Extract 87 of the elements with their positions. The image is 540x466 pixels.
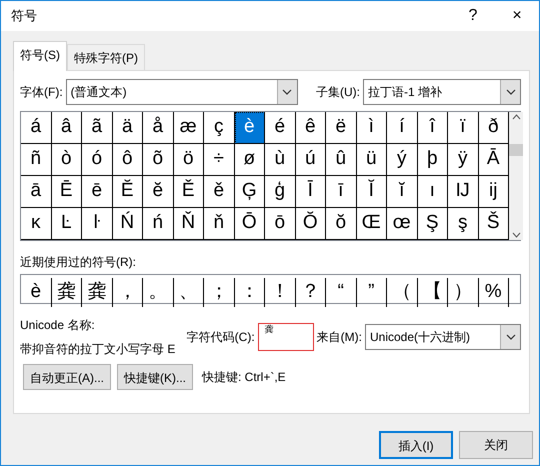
symbol-cell[interactable]: á [21, 112, 52, 144]
symbol-cell[interactable]: Ŀ [52, 208, 82, 240]
scrollbar-thumb[interactable] [509, 144, 523, 156]
symbol-cell[interactable]: þ [418, 144, 448, 176]
tab[interactable]: 特殊字符(P) [67, 44, 145, 71]
font-label: 字体(F): [20, 84, 63, 101]
subset-dropdown[interactable]: 拉丁语-1 增补 [363, 79, 521, 105]
symbol-cell[interactable]: ê [296, 112, 326, 144]
symbol-cell[interactable]: ŏ [326, 208, 356, 240]
symbol-cell[interactable]: Ń [112, 208, 143, 240]
symbol-cell[interactable]: Ŏ [296, 208, 326, 240]
from-label: 来自(M): [316, 329, 362, 346]
symbol-cell[interactable]: ÷ [204, 144, 234, 176]
symbol-cell[interactable]: ĸ [21, 208, 52, 240]
symbol-cell[interactable]: â [52, 112, 82, 144]
symbol-cell[interactable]: ĭ [387, 176, 418, 208]
symbol-cell[interactable]: ù [265, 144, 296, 176]
symbol-cell[interactable]: ä [112, 112, 143, 144]
symbol-cell[interactable]: î [418, 112, 448, 144]
symbol-cell[interactable]: ě [204, 176, 234, 208]
scroll-down-icon[interactable] [512, 232, 520, 238]
symbol-cell[interactable]: Ō [234, 208, 265, 240]
close-dialog-button[interactable]: 关闭 [459, 431, 533, 459]
from-dropdown[interactable]: Unicode(十六进制) [365, 324, 521, 350]
symbol-cell[interactable]: Ě [174, 176, 204, 208]
char-code-field[interactable]: 龚 [258, 323, 314, 351]
symbol-cell[interactable]: ā [21, 176, 52, 208]
symbol-cell[interactable]: ş [448, 208, 478, 240]
symbol-cell[interactable]: å [143, 112, 174, 144]
symbol-cell[interactable]: Ĕ [112, 176, 143, 208]
font-dropdown[interactable]: (普通文本) [66, 79, 298, 105]
symbol-cell[interactable]: ē [82, 176, 112, 208]
symbol-cell[interactable]: ã [82, 112, 112, 144]
symbol-cell[interactable]: ģ [265, 176, 296, 208]
symbol-cell[interactable]: Ň [174, 208, 204, 240]
dropdown-caret-icon [506, 89, 516, 95]
symbol-cell[interactable]: ë [326, 112, 356, 144]
symbol-cell[interactable]: è [234, 112, 265, 144]
symbol-cell[interactable]: Ĳ [448, 176, 478, 208]
symbol-cell[interactable]: Ē [52, 176, 82, 208]
shortcut-text: 快捷键: Ctrl+`,E [202, 369, 286, 386]
symbol-cell[interactable]: õ [143, 144, 174, 176]
symbol-cell[interactable]: û [326, 144, 356, 176]
close-button[interactable]: × [495, 4, 539, 28]
symbol-cell[interactable]: ň [204, 208, 234, 240]
symbol-cell[interactable]: ń [143, 208, 174, 240]
tab[interactable]: 符号(S) [13, 41, 67, 71]
symbol-cell[interactable]: Ī [296, 176, 326, 208]
symbol-cell[interactable]: Œ [356, 208, 387, 240]
symbol-cell[interactable]: ò [52, 144, 82, 176]
symbol-cell[interactable]: Ş [418, 208, 448, 240]
symbol-cell[interactable]: æ [174, 112, 204, 144]
symbol-cell[interactable]: ĕ [143, 176, 174, 208]
symbol-cell[interactable]: Ģ [234, 176, 265, 208]
dialog-button[interactable]: 自动更正(A)... [23, 364, 111, 390]
dialog-button[interactable]: 快捷键(K)... [117, 364, 193, 390]
scroll-up-icon[interactable] [512, 114, 520, 120]
unicode-name-label: Unicode 名称: [20, 317, 96, 334]
symbol-cell[interactable]: ō [265, 208, 296, 240]
symbol-cell[interactable]: ó [82, 144, 112, 176]
symbol-cell[interactable]: ú [296, 144, 326, 176]
window-title: 符号 [11, 7, 38, 26]
insert-button[interactable]: 插入(I) [379, 431, 453, 459]
symbol-cell[interactable]: ÿ [448, 144, 478, 176]
symbol-cell[interactable]: ŀ [82, 208, 112, 240]
symbol-cell[interactable]: ï [448, 112, 478, 144]
recent-symbols-label: 近期使用过的符号(R): [20, 254, 137, 271]
symbol-cell[interactable]: œ [387, 208, 418, 240]
symbol-cell[interactable]: ñ [21, 144, 52, 176]
dropdown-caret-icon [506, 334, 516, 340]
dropdown-caret-icon [282, 89, 292, 95]
symbol-cell[interactable]: ø [234, 144, 265, 176]
scrollbar[interactable] [509, 112, 523, 240]
help-button[interactable]: ? [451, 4, 495, 28]
symbol-cell[interactable]: ì [356, 112, 387, 144]
symbol-cell[interactable]: ô [112, 144, 143, 176]
symbol-cell[interactable]: ý [387, 144, 418, 176]
symbol-cell[interactable]: ö [174, 144, 204, 176]
char-code-label: 字符代码(C): [186, 329, 255, 346]
symbol-cell[interactable]: ī [326, 176, 356, 208]
symbol-cell[interactable]: Ĭ [356, 176, 387, 208]
unicode-name: 带抑音符的拉丁文小写字母 E [20, 341, 176, 358]
symbol-cell[interactable]: ü [356, 144, 387, 176]
symbol-cell[interactable]: í [387, 112, 418, 144]
subset-label: 子集(U): [316, 84, 360, 101]
symbol-cell[interactable]: é [265, 112, 296, 144]
symbol-cell[interactable]: ı [418, 176, 448, 208]
